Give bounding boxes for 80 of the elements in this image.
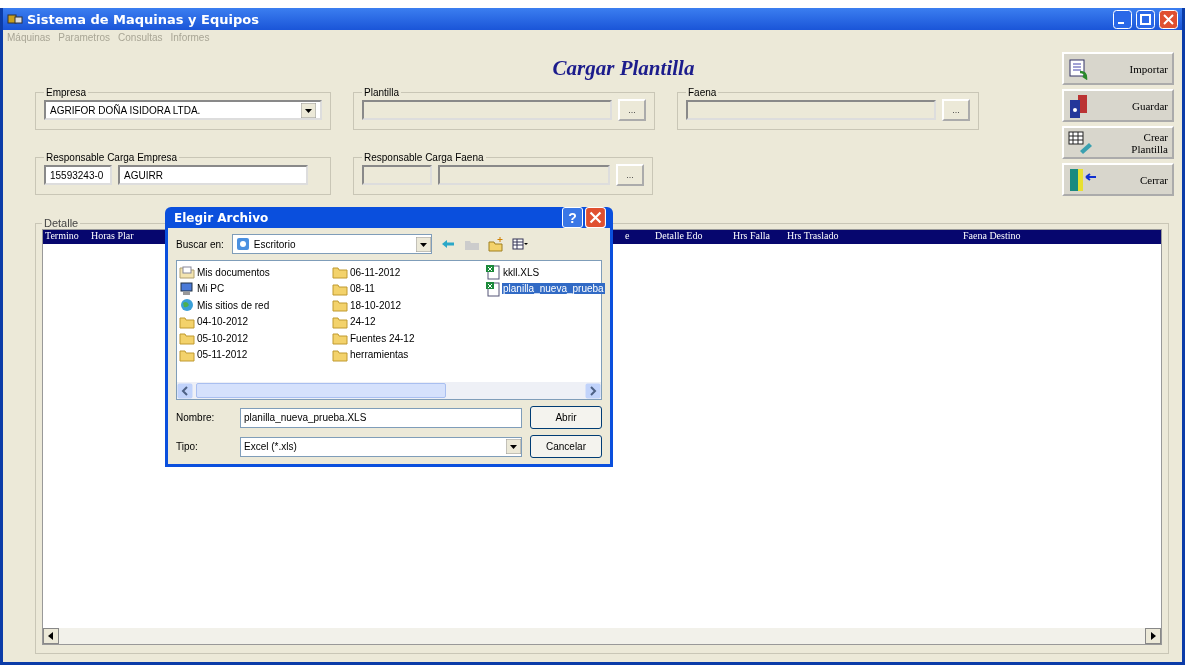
group-label: Empresa: [45, 87, 87, 98]
view-menu-icon[interactable]: [511, 236, 528, 252]
group-label: Faena: [687, 87, 718, 98]
rut-field[interactable]: [362, 165, 432, 185]
name-field[interactable]: AGUIRR: [118, 165, 308, 185]
file-item[interactable]: planilla_nueva_prueba: [502, 283, 605, 294]
column-header[interactable]: Detalle Edo: [653, 230, 731, 244]
door-arrow-icon: [1068, 166, 1098, 193]
file-item[interactable]: 18-10-2012: [349, 299, 403, 311]
file-item[interactable]: Mis documentos: [196, 266, 271, 278]
file-item[interactable]: 04-10-2012: [196, 316, 250, 327]
type-label: Tipo:: [176, 441, 199, 452]
horizontal-scrollbar[interactable]: [177, 382, 601, 399]
dropdown-arrow-icon[interactable]: [506, 439, 521, 454]
dialog-title: Elegir Archivo: [174, 210, 270, 225]
empresa-select[interactable]: AGRIFOR DOÑA ISIDORA LTDA.: [44, 100, 322, 120]
file-item[interactable]: 05-10-2012: [196, 332, 250, 344]
app-icon: [7, 12, 23, 26]
scroll-left-icon[interactable]: [43, 628, 59, 644]
grid-wrench-icon: [1068, 130, 1094, 155]
column-header[interactable]: e: [623, 230, 653, 244]
group-label: Detalle: [43, 217, 80, 229]
dropdown-arrow-icon[interactable]: [415, 236, 431, 252]
browse-button[interactable]: ...: [616, 164, 644, 186]
new-folder-icon[interactable]: [487, 236, 504, 252]
horizontal-scrollbar[interactable]: [43, 628, 1161, 644]
close-icon[interactable]: [585, 207, 606, 228]
file-item[interactable]: Mis sitios de red: [196, 299, 271, 311]
action-button[interactable]: Cerrar: [1062, 163, 1174, 196]
rut-field[interactable]: 15593243-0: [44, 165, 112, 185]
plantilla-field[interactable]: [362, 100, 612, 120]
group-label: Plantilla: [363, 87, 401, 98]
file-item[interactable]: 24-12: [349, 316, 377, 327]
action-button[interactable]: Importar: [1062, 52, 1174, 85]
browse-button[interactable]: ...: [618, 99, 646, 121]
column-header[interactable]: Termino: [43, 230, 89, 244]
maximize-icon[interactable]: [1136, 9, 1155, 29]
scroll-right-icon[interactable]: [1145, 628, 1161, 644]
file-item[interactable]: 08-11: [349, 283, 376, 294]
form-title: Cargar Plantilla: [551, 56, 696, 81]
column-header[interactable]: Hrs Falla: [731, 230, 785, 244]
name-label: Nombre:: [176, 412, 216, 423]
look-in-select[interactable]: Escritorio: [231, 234, 432, 254]
cancel-button[interactable]: Cancelar: [530, 435, 602, 458]
file-item[interactable]: Fuentes 24-12: [349, 332, 416, 344]
spreadsheet-icon: [485, 280, 501, 297]
folder-icon: [332, 297, 348, 313]
file-name-field[interactable]: planilla_nueva_prueba.XLS: [240, 407, 522, 428]
look-in-label: Buscar en:: [176, 238, 224, 250]
spreadsheet-arrow-icon: [1068, 57, 1090, 80]
file-type-select[interactable]: Excel (*.xls): [240, 436, 522, 457]
spreadsheet-icon: [485, 264, 501, 280]
minimize-icon[interactable]: [1113, 9, 1132, 29]
faena-field[interactable]: [686, 100, 936, 120]
action-button[interactable]: Guardar: [1062, 89, 1174, 122]
help-button[interactable]: ?: [562, 207, 583, 228]
folder-icon: [179, 264, 195, 280]
open-button[interactable]: Abrir: [530, 406, 602, 429]
window-title: Sistema de Maquinas y Equipos: [27, 11, 260, 27]
file-item[interactable]: kkll.XLS: [502, 266, 541, 278]
group-label: Responsable Carga Empresa: [45, 152, 179, 163]
scrollbar-thumb[interactable]: [196, 383, 446, 398]
file-item[interactable]: 06-11-2012: [349, 266, 402, 278]
dropdown-arrow-icon[interactable]: [301, 102, 316, 118]
folder-icon: [179, 330, 195, 346]
file-item[interactable]: 05-11-2012: [196, 349, 249, 360]
close-icon[interactable]: [1159, 9, 1178, 29]
globe-icon: [179, 297, 195, 313]
desktop-icon: [235, 237, 250, 251]
action-button[interactable]: Crear Plantilla: [1062, 126, 1174, 159]
file-item[interactable]: Mi PC: [196, 283, 226, 294]
browse-button[interactable]: ...: [942, 99, 970, 121]
folder-icon: [332, 264, 348, 280]
file-item[interactable]: herramientas: [349, 349, 410, 360]
column-header[interactable]: Faena Destino: [961, 230, 1161, 244]
computer-icon: [179, 280, 195, 297]
folder-icon: [332, 330, 348, 346]
name-field[interactable]: [438, 165, 610, 185]
group-label: Responsable Carga Faena: [363, 152, 485, 163]
column-header[interactable]: Hrs Traslado: [785, 230, 961, 244]
